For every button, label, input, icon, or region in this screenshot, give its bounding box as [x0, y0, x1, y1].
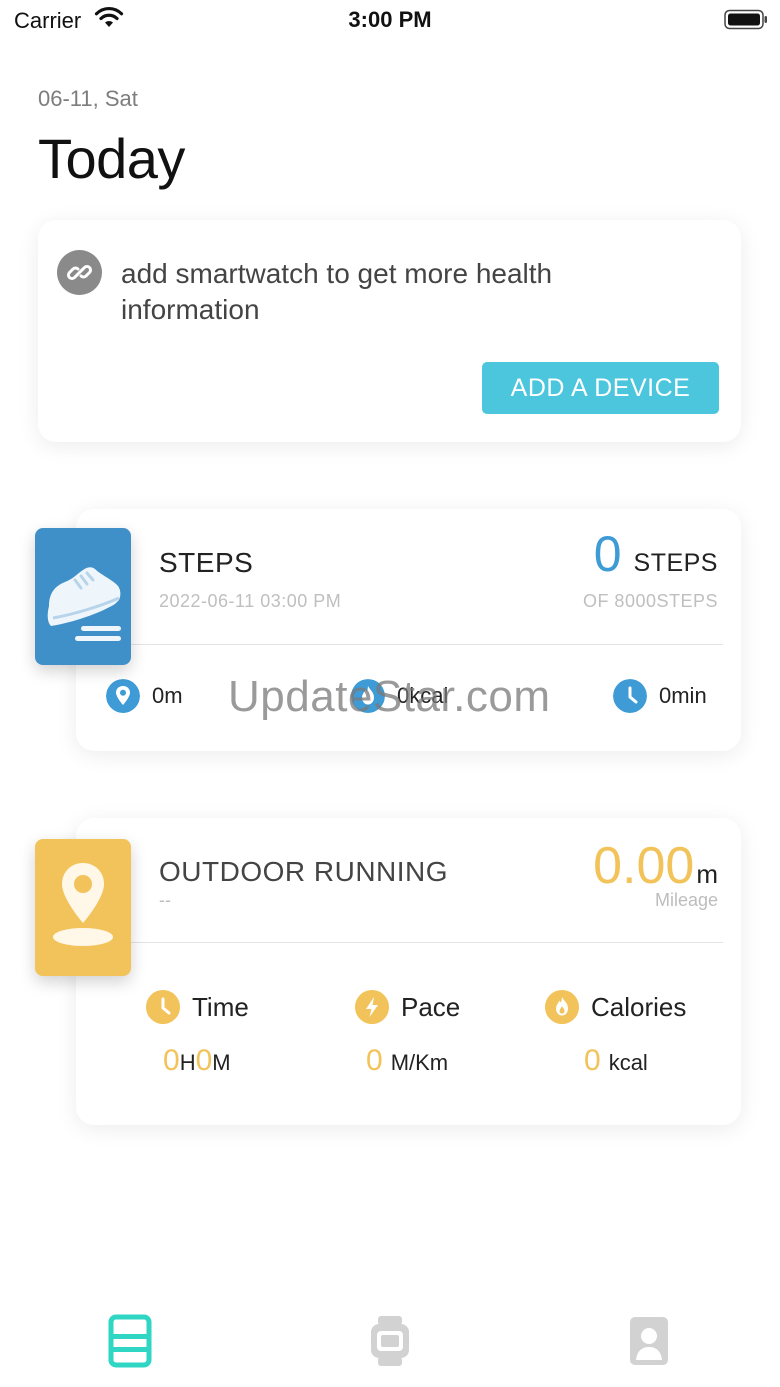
tab-profile[interactable] [627, 1314, 671, 1368]
location-pin-badge-icon [35, 839, 131, 976]
link-icon [57, 250, 102, 295]
steps-title: STEPS [159, 547, 254, 578]
steps-count: 0 STEPS [594, 525, 718, 583]
steps-value: 0 [593, 526, 622, 582]
watermark-text: UpdateStar.com [228, 672, 551, 721]
time-label: Time [192, 991, 249, 1022]
pace-metric-header: Pace [355, 990, 460, 1024]
time-value: 0 H 0 M [163, 1044, 231, 1078]
pace-value: 0 M/Km [366, 1044, 448, 1078]
tab-bar [0, 1300, 780, 1387]
tab-device[interactable] [368, 1314, 412, 1368]
time-minutes-unit: M [212, 1050, 231, 1075]
pace-unit: M/Km [390, 1050, 449, 1075]
add-device-button[interactable]: ADD A DEVICE [482, 362, 719, 414]
profile-tab-icon [630, 1317, 668, 1365]
lightning-icon [355, 990, 389, 1024]
time-hours: 0 [163, 1044, 180, 1077]
duration-value: 0min [659, 683, 707, 708]
running-title: OUTDOOR RUNNING [159, 856, 449, 887]
add-device-card: add smartwatch to get more health inform… [38, 220, 741, 442]
distance-stat: 0m [106, 679, 183, 713]
flame-icon [545, 990, 579, 1024]
steps-unit: STEPS [633, 549, 718, 577]
clock: 3:00 PM [348, 7, 432, 32]
mileage-value: 0.00 [593, 837, 695, 895]
tab-today[interactable] [108, 1314, 152, 1368]
watch-tab-icon [371, 1316, 409, 1366]
distance-value: 0m [152, 683, 183, 708]
pace-label: Pace [401, 991, 461, 1022]
time-minutes: 0 [195, 1044, 213, 1077]
sneaker-icon [35, 528, 131, 665]
steps-goal: OF 8000STEPS [582, 591, 718, 611]
time-metric-header: Time [146, 990, 249, 1024]
divider [131, 942, 723, 943]
duration-stat: 0min [613, 679, 707, 713]
calories-value: 0 kcal [584, 1044, 648, 1078]
mileage: 0.00 m [593, 836, 718, 896]
clock-icon [613, 679, 647, 713]
clock-icon [146, 990, 180, 1024]
battery-icon [724, 9, 767, 30]
pace-number: 0 [366, 1044, 383, 1077]
mileage-label: Mileage [654, 890, 718, 910]
time-hours-unit: H [179, 1050, 196, 1075]
divider [131, 644, 723, 645]
running-subtitle: -- [159, 890, 171, 910]
calories-label: Calories [591, 991, 687, 1022]
page-title: Today [38, 127, 185, 190]
steps-timestamp: 2022-06-11 03:00 PM [159, 591, 342, 611]
calories-unit: kcal [608, 1050, 648, 1075]
outdoor-running-card[interactable]: OUTDOOR RUNNING -- 0.00 m Mileage Time P… [76, 818, 741, 1125]
calories-metric-header: Calories [545, 990, 686, 1024]
location-pin-icon [106, 679, 140, 713]
mileage-unit: m [696, 859, 718, 889]
today-tab-icon [108, 1314, 152, 1368]
date-label: 06-11, Sat [38, 86, 138, 111]
calories-number: 0 [584, 1044, 601, 1077]
add-device-message: add smartwatch to get more health inform… [121, 258, 553, 325]
status-bar: Carrier 3:00 PM [0, 0, 780, 40]
